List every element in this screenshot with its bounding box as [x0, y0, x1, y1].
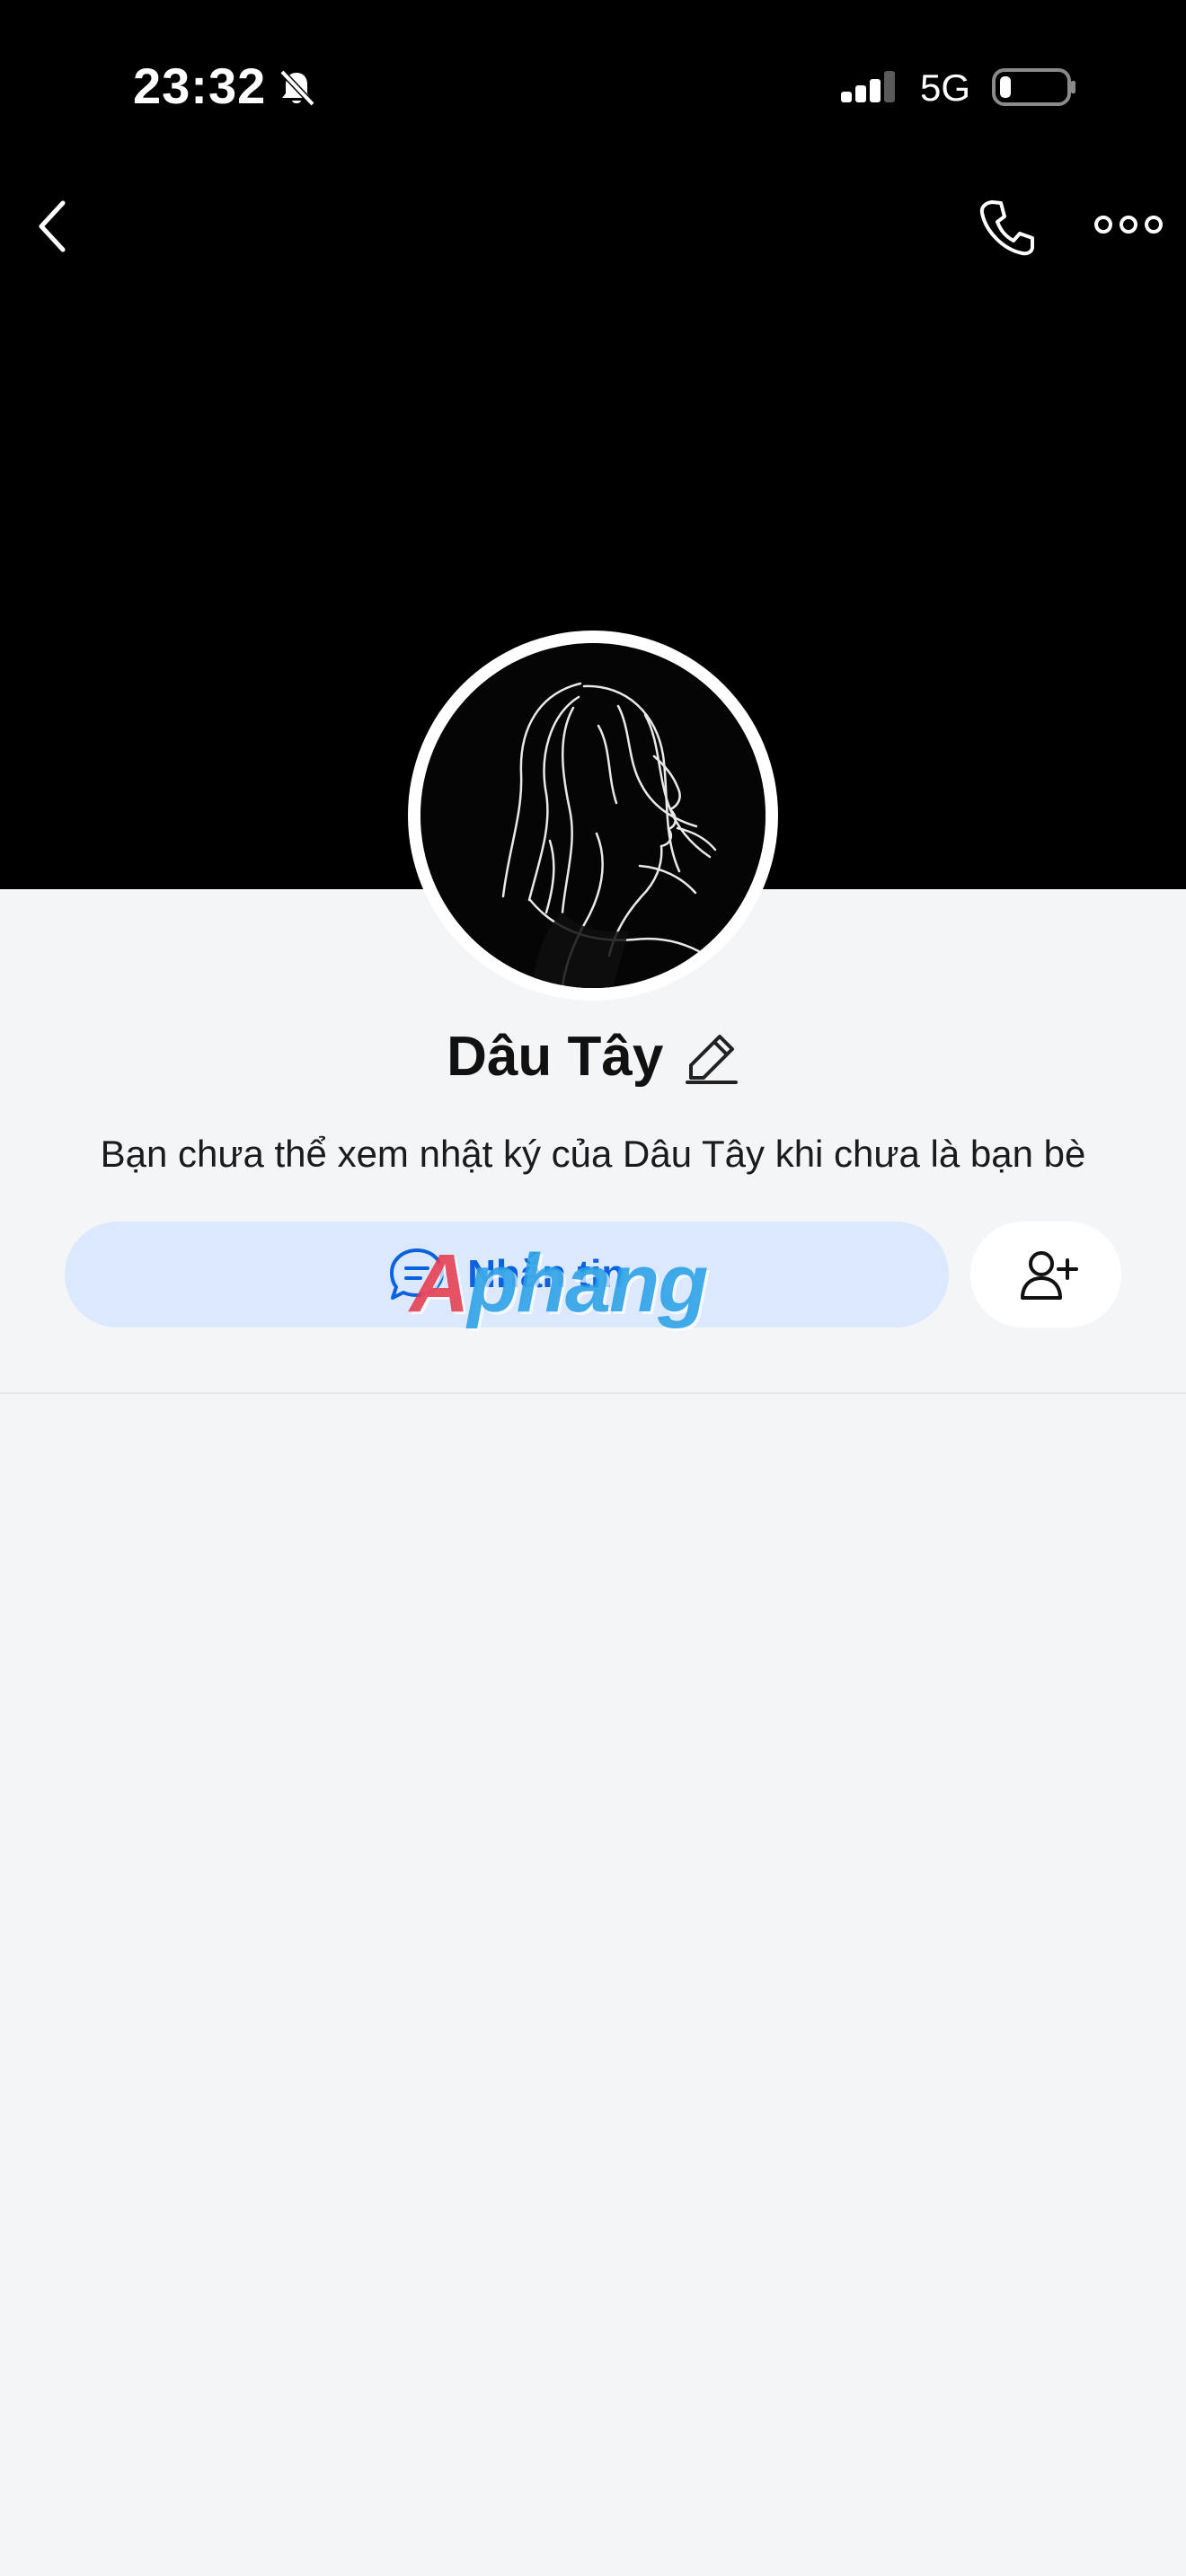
bell-off-icon: [279, 69, 315, 107]
network-type: 5G: [920, 66, 971, 109]
section-divider: [0, 1392, 1186, 1394]
profile-avatar[interactable]: [420, 643, 766, 988]
signal-icon: [841, 71, 895, 102]
status-time: 23:32: [133, 57, 267, 114]
profile-name-row: Dâu Tây: [0, 1017, 1186, 1098]
edit-pencil-icon[interactable]: [684, 1029, 739, 1085]
add-friend-icon: [1021, 1251, 1078, 1300]
more-icon[interactable]: [1093, 207, 1164, 243]
aphang-watermark: Aphang: [410, 1231, 787, 1337]
avatar-sketch-image: [420, 643, 766, 988]
add-friend-button[interactable]: [970, 1222, 1121, 1328]
profile-name: Dâu Tây: [447, 1026, 664, 1088]
battery-icon: [992, 68, 1075, 106]
back-icon[interactable]: [27, 190, 81, 262]
privacy-note: Bạn chưa thể xem nhật ký của Dâu Tây khi…: [100, 1133, 1086, 1175]
watermark-first-letter: A: [410, 1238, 469, 1329]
watermark-rest: phang: [467, 1238, 708, 1329]
phone-icon[interactable]: [976, 196, 1039, 259]
status-bar: 23:32 5G: [0, 0, 1186, 171]
